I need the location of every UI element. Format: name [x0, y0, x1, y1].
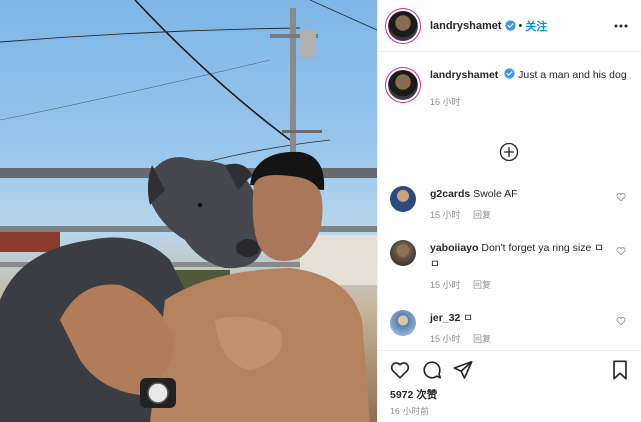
comment-username[interactable]: jer_32	[430, 312, 460, 324]
comment-username[interactable]: g2cards	[430, 188, 470, 200]
comment-time[interactable]: 15 小时	[430, 210, 461, 220]
heart-outline-icon[interactable]	[616, 246, 626, 256]
heart-outline-icon[interactable]	[616, 316, 626, 326]
caption-avatar[interactable]	[388, 70, 418, 100]
comment-meta: 15 小时 回复	[430, 208, 630, 221]
comment-text-block: g2cards Swole AF	[430, 186, 610, 202]
comment-time[interactable]: 15 小时	[430, 334, 461, 344]
comment-text-block: jer_32 ㅁ	[430, 310, 610, 326]
caption-username[interactable]: landryshamet	[430, 69, 498, 81]
paper-plane-icon[interactable]	[452, 359, 474, 381]
comment-reply-button[interactable]: 回复	[473, 210, 491, 220]
comment-username[interactable]: yaboiiayo	[430, 242, 478, 254]
comment-reply-button[interactable]: 回复	[473, 334, 491, 344]
heart-outline-icon[interactable]	[616, 192, 626, 202]
post-actions: 5972 次赞 16 小时前	[378, 350, 641, 422]
comment-item: jer_32 ㅁ 15 小时 回复	[390, 310, 630, 345]
comment-avatar[interactable]	[390, 310, 416, 336]
comment-reply-button[interactable]: 回复	[473, 280, 491, 290]
post-sidebar: landryshamet • 关注 landryshamet Just a ma…	[377, 0, 641, 422]
caption-text-block: landryshamet Just a man and his dog	[430, 68, 632, 83]
verified-badge-icon	[504, 68, 515, 79]
comment-text-block: yaboiiayo Don't forget ya ring size ㅁㅁ	[430, 240, 610, 272]
follow-button[interactable]: 关注	[525, 18, 547, 34]
heart-icon[interactable]	[389, 359, 411, 381]
comment-text: ㅁ	[463, 312, 473, 324]
load-more-comments-icon[interactable]	[499, 142, 519, 162]
post-timestamp[interactable]: 16 小时前	[390, 405, 429, 417]
comment-meta: 15 小时 回复	[430, 278, 630, 291]
likes-count[interactable]: 5972 次赞	[390, 387, 437, 402]
post-photo[interactable]	[0, 0, 377, 422]
caption-time[interactable]: 16 小时	[430, 95, 632, 108]
post-caption: landryshamet Just a man and his dog 16 小…	[388, 68, 632, 108]
post-header: landryshamet • 关注	[378, 0, 641, 52]
comment-avatar[interactable]	[390, 240, 416, 266]
comment-meta: 15 小时 回复	[430, 332, 630, 345]
author-username[interactable]: landryshamet	[430, 20, 502, 32]
comment-text: Swole AF	[473, 188, 518, 200]
comment-avatar[interactable]	[390, 186, 416, 212]
bookmark-icon[interactable]	[609, 359, 631, 381]
comment-item: g2cards Swole AF 15 小时 回复	[390, 186, 630, 221]
verified-badge-icon	[504, 20, 516, 31]
follow-separator: •	[518, 19, 523, 32]
comment-time[interactable]: 15 小时	[430, 280, 461, 290]
more-options-icon[interactable]	[613, 18, 629, 34]
caption-text: Just a man and his dog	[518, 69, 627, 81]
author-avatar[interactable]	[388, 10, 418, 41]
post-photo-image	[0, 0, 377, 422]
comment-item: yaboiiayo Don't forget ya ring size ㅁㅁ 1…	[390, 240, 630, 291]
comment-icon[interactable]	[421, 359, 443, 381]
